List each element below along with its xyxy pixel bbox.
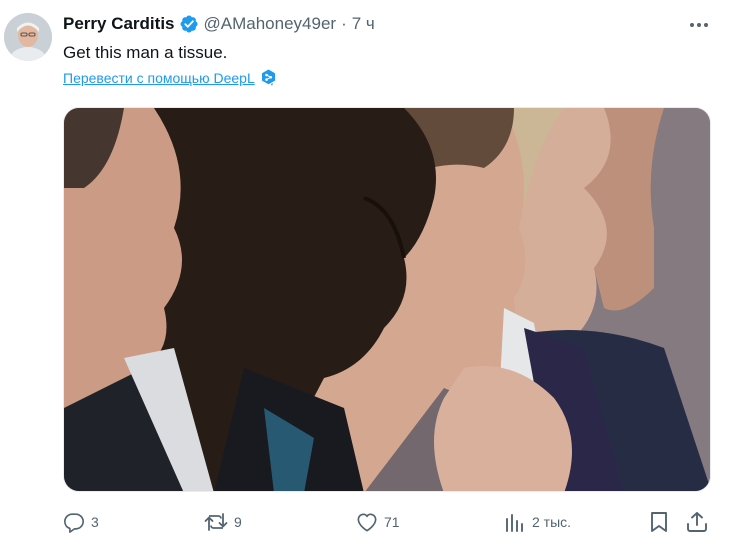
like-count: 71 [384,514,400,530]
views-icon [506,514,523,532]
avatar-photo [4,13,52,61]
verified-badge-icon[interactable] [179,14,199,34]
views-button[interactable]: 2 тыс. [504,508,571,536]
tweet-timestamp[interactable]: 7 ч [352,14,375,34]
separator-dot: · [341,14,347,33]
heart-icon [357,513,377,532]
author-avatar[interactable] [4,13,52,61]
more-options-button[interactable] [686,14,712,36]
translate-label[interactable]: Перевести с помощью DeepL [63,70,255,86]
more-icon [690,23,708,27]
share-button[interactable] [686,508,708,536]
bookmark-icon [651,512,667,532]
author-display-name[interactable]: Perry Carditis [63,14,175,34]
translate-link[interactable]: Перевести с помощью DeepL [63,69,276,86]
tweet-text: Get this man a tissue. [63,43,228,62]
bookmark-button[interactable] [649,508,669,536]
tweet-media-photo[interactable] [63,107,711,492]
reply-button[interactable]: 3 [63,508,99,536]
photo-of-people-in-profile [64,108,710,491]
retweet-count: 9 [234,514,242,530]
retweet-icon [204,513,228,531]
views-count: 2 тыс. [532,514,572,530]
tweet: Perry Carditis @AMahoney49er · 7 ч Get t… [0,0,732,546]
retweet-button[interactable]: 9 [204,508,242,536]
tweet-header: Perry Carditis @AMahoney49er · 7 ч [63,12,375,36]
author-handle[interactable]: @AMahoney49er [204,14,337,34]
share-icon [687,512,707,532]
like-button[interactable]: 71 [356,508,400,536]
reply-count: 3 [91,514,99,530]
tweet-actions-bar: 3 9 71 2 тыс. [63,508,723,536]
reply-icon [64,513,84,533]
deepl-icon [261,69,276,86]
